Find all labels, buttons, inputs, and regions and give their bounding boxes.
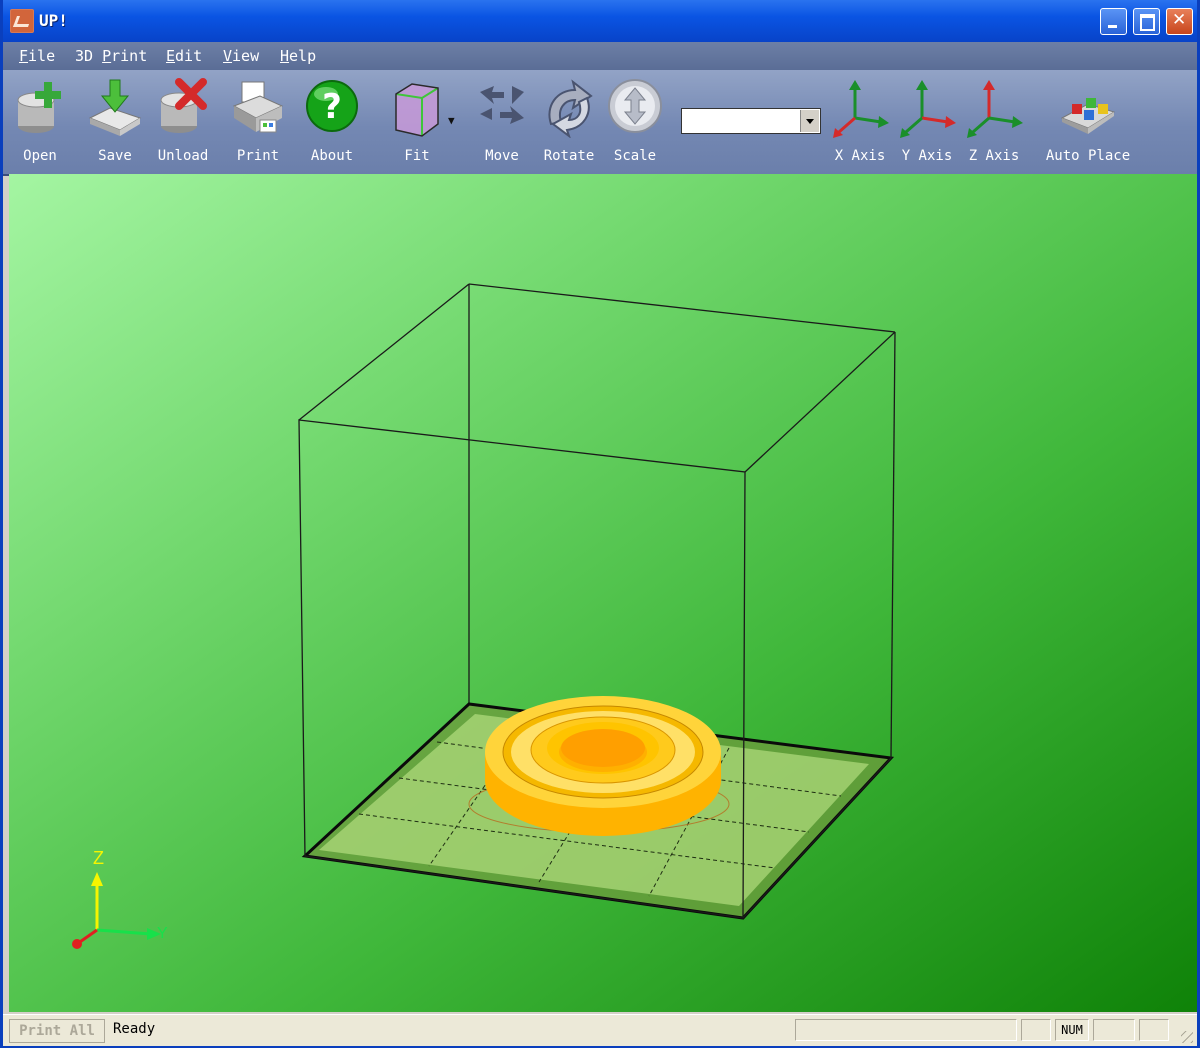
status-text: Ready <box>113 1021 156 1037</box>
app-window: UP! File 3D Print Edit View Help Open Sa… <box>0 0 1200 1048</box>
resize-grip-icon[interactable] <box>1181 1031 1193 1043</box>
scale-value-select[interactable] <box>681 108 821 134</box>
scene-canvas[interactable]: Z Y <box>9 174 1197 1012</box>
orientation-axes-gizmo: Z Y <box>72 848 168 949</box>
menu-file-accel: F <box>19 47 29 65</box>
status-pane <box>1021 1019 1051 1041</box>
y-axis-button[interactable]: Y Axis <box>896 78 958 170</box>
menu-file[interactable]: File <box>19 47 55 65</box>
open-database-icon <box>17 82 61 133</box>
help-question-icon: ? <box>306 80 358 132</box>
y-axis-icon <box>900 80 956 138</box>
fit-button[interactable]: Fit <box>386 78 448 170</box>
menu-view[interactable]: View <box>223 47 259 65</box>
x-axis-button[interactable]: X Axis <box>829 78 891 170</box>
menu-help-accel: H <box>280 47 290 65</box>
about-button[interactable]: ? About <box>303 78 361 170</box>
save-drive-icon <box>88 79 142 136</box>
save-button[interactable]: Save <box>86 78 144 170</box>
menu-help[interactable]: Help <box>280 47 316 65</box>
move-arrows-icon <box>480 86 524 124</box>
z-axis-icon <box>967 80 1023 138</box>
menu-edit-label: dit <box>175 47 203 65</box>
menu-view-accel: V <box>223 47 233 65</box>
build-volume-back-edges <box>298 283 896 704</box>
maximize-button[interactable] <box>1133 8 1160 35</box>
open-button[interactable]: Open <box>11 78 69 170</box>
select-dropdown-arrow-icon[interactable] <box>800 110 819 132</box>
window-title: UP! <box>39 11 68 30</box>
menu-3d-print-accel: P <box>102 47 112 65</box>
scale-button[interactable]: Scale <box>606 78 664 170</box>
menu-3d-print-label: rint <box>111 47 148 65</box>
3d-viewport[interactable]: Z Y <box>9 174 1197 1012</box>
menu-3d-print-prefix: 3D <box>75 47 103 65</box>
status-bar: Print All Ready NUM <box>3 1014 1197 1046</box>
move-button[interactable]: Move <box>473 78 531 170</box>
move-label: Move <box>485 148 519 164</box>
fit-cube-icon <box>395 83 439 137</box>
auto-place-blocks-icon <box>1060 98 1116 134</box>
print-all-button[interactable]: Print All <box>9 1019 105 1043</box>
gizmo-y-label: Y <box>157 925 168 942</box>
about-label: About <box>310 148 354 164</box>
rotate-button[interactable]: Rotate <box>540 78 598 170</box>
printer-icon <box>232 81 284 133</box>
menu-3d-print[interactable]: 3D Print <box>75 47 147 65</box>
x-axis-icon <box>833 80 889 138</box>
open-label: Open <box>23 148 57 164</box>
gizmo-z-label: Z <box>93 848 104 868</box>
status-pane <box>795 1019 1017 1041</box>
y-axis-label: Y Axis <box>901 148 953 164</box>
print-button[interactable]: Print <box>229 78 287 170</box>
auto-place-label: Auto Place <box>1045 148 1131 164</box>
minimize-button[interactable] <box>1100 8 1127 35</box>
toolbar: Open Save Unload Print ? About Fit ▼ Mov… <box>3 70 1197 176</box>
unload-label: Unload <box>157 148 209 164</box>
z-axis-button[interactable]: Z Axis <box>963 78 1025 170</box>
scale-arrows-icon <box>608 79 662 133</box>
menu-edit-accel: E <box>166 47 176 65</box>
num-lock-indicator: NUM <box>1055 1019 1089 1041</box>
title-bar[interactable]: UP! <box>3 0 1197 42</box>
menu-file-label: ile <box>28 47 56 65</box>
svg-text:?: ? <box>322 87 342 127</box>
menu-bar: File 3D Print Edit View Help <box>3 42 1197 70</box>
status-pane <box>1093 1019 1135 1041</box>
unload-database-icon <box>160 78 207 133</box>
fit-dropdown-arrow-icon[interactable]: ▼ <box>448 114 455 127</box>
print-label: Print <box>236 148 280 164</box>
bearing-model[interactable] <box>485 696 721 836</box>
menu-view-label: iew <box>232 47 260 65</box>
rotate-label: Rotate <box>543 148 595 164</box>
menu-edit[interactable]: Edit <box>166 47 202 65</box>
close-button[interactable] <box>1166 8 1193 35</box>
app-logo-icon <box>10 9 34 33</box>
menu-help-label: elp <box>289 47 317 65</box>
save-label: Save <box>98 148 132 164</box>
unload-button[interactable]: Unload <box>154 78 212 170</box>
auto-place-button[interactable]: Auto Place <box>1041 78 1135 170</box>
x-axis-label: X Axis <box>834 148 886 164</box>
status-pane <box>1139 1019 1169 1041</box>
rotate-arrows-icon <box>548 79 593 138</box>
fit-label: Fit <box>404 148 430 164</box>
scale-label: Scale <box>613 148 657 164</box>
z-axis-label: Z Axis <box>968 148 1020 164</box>
